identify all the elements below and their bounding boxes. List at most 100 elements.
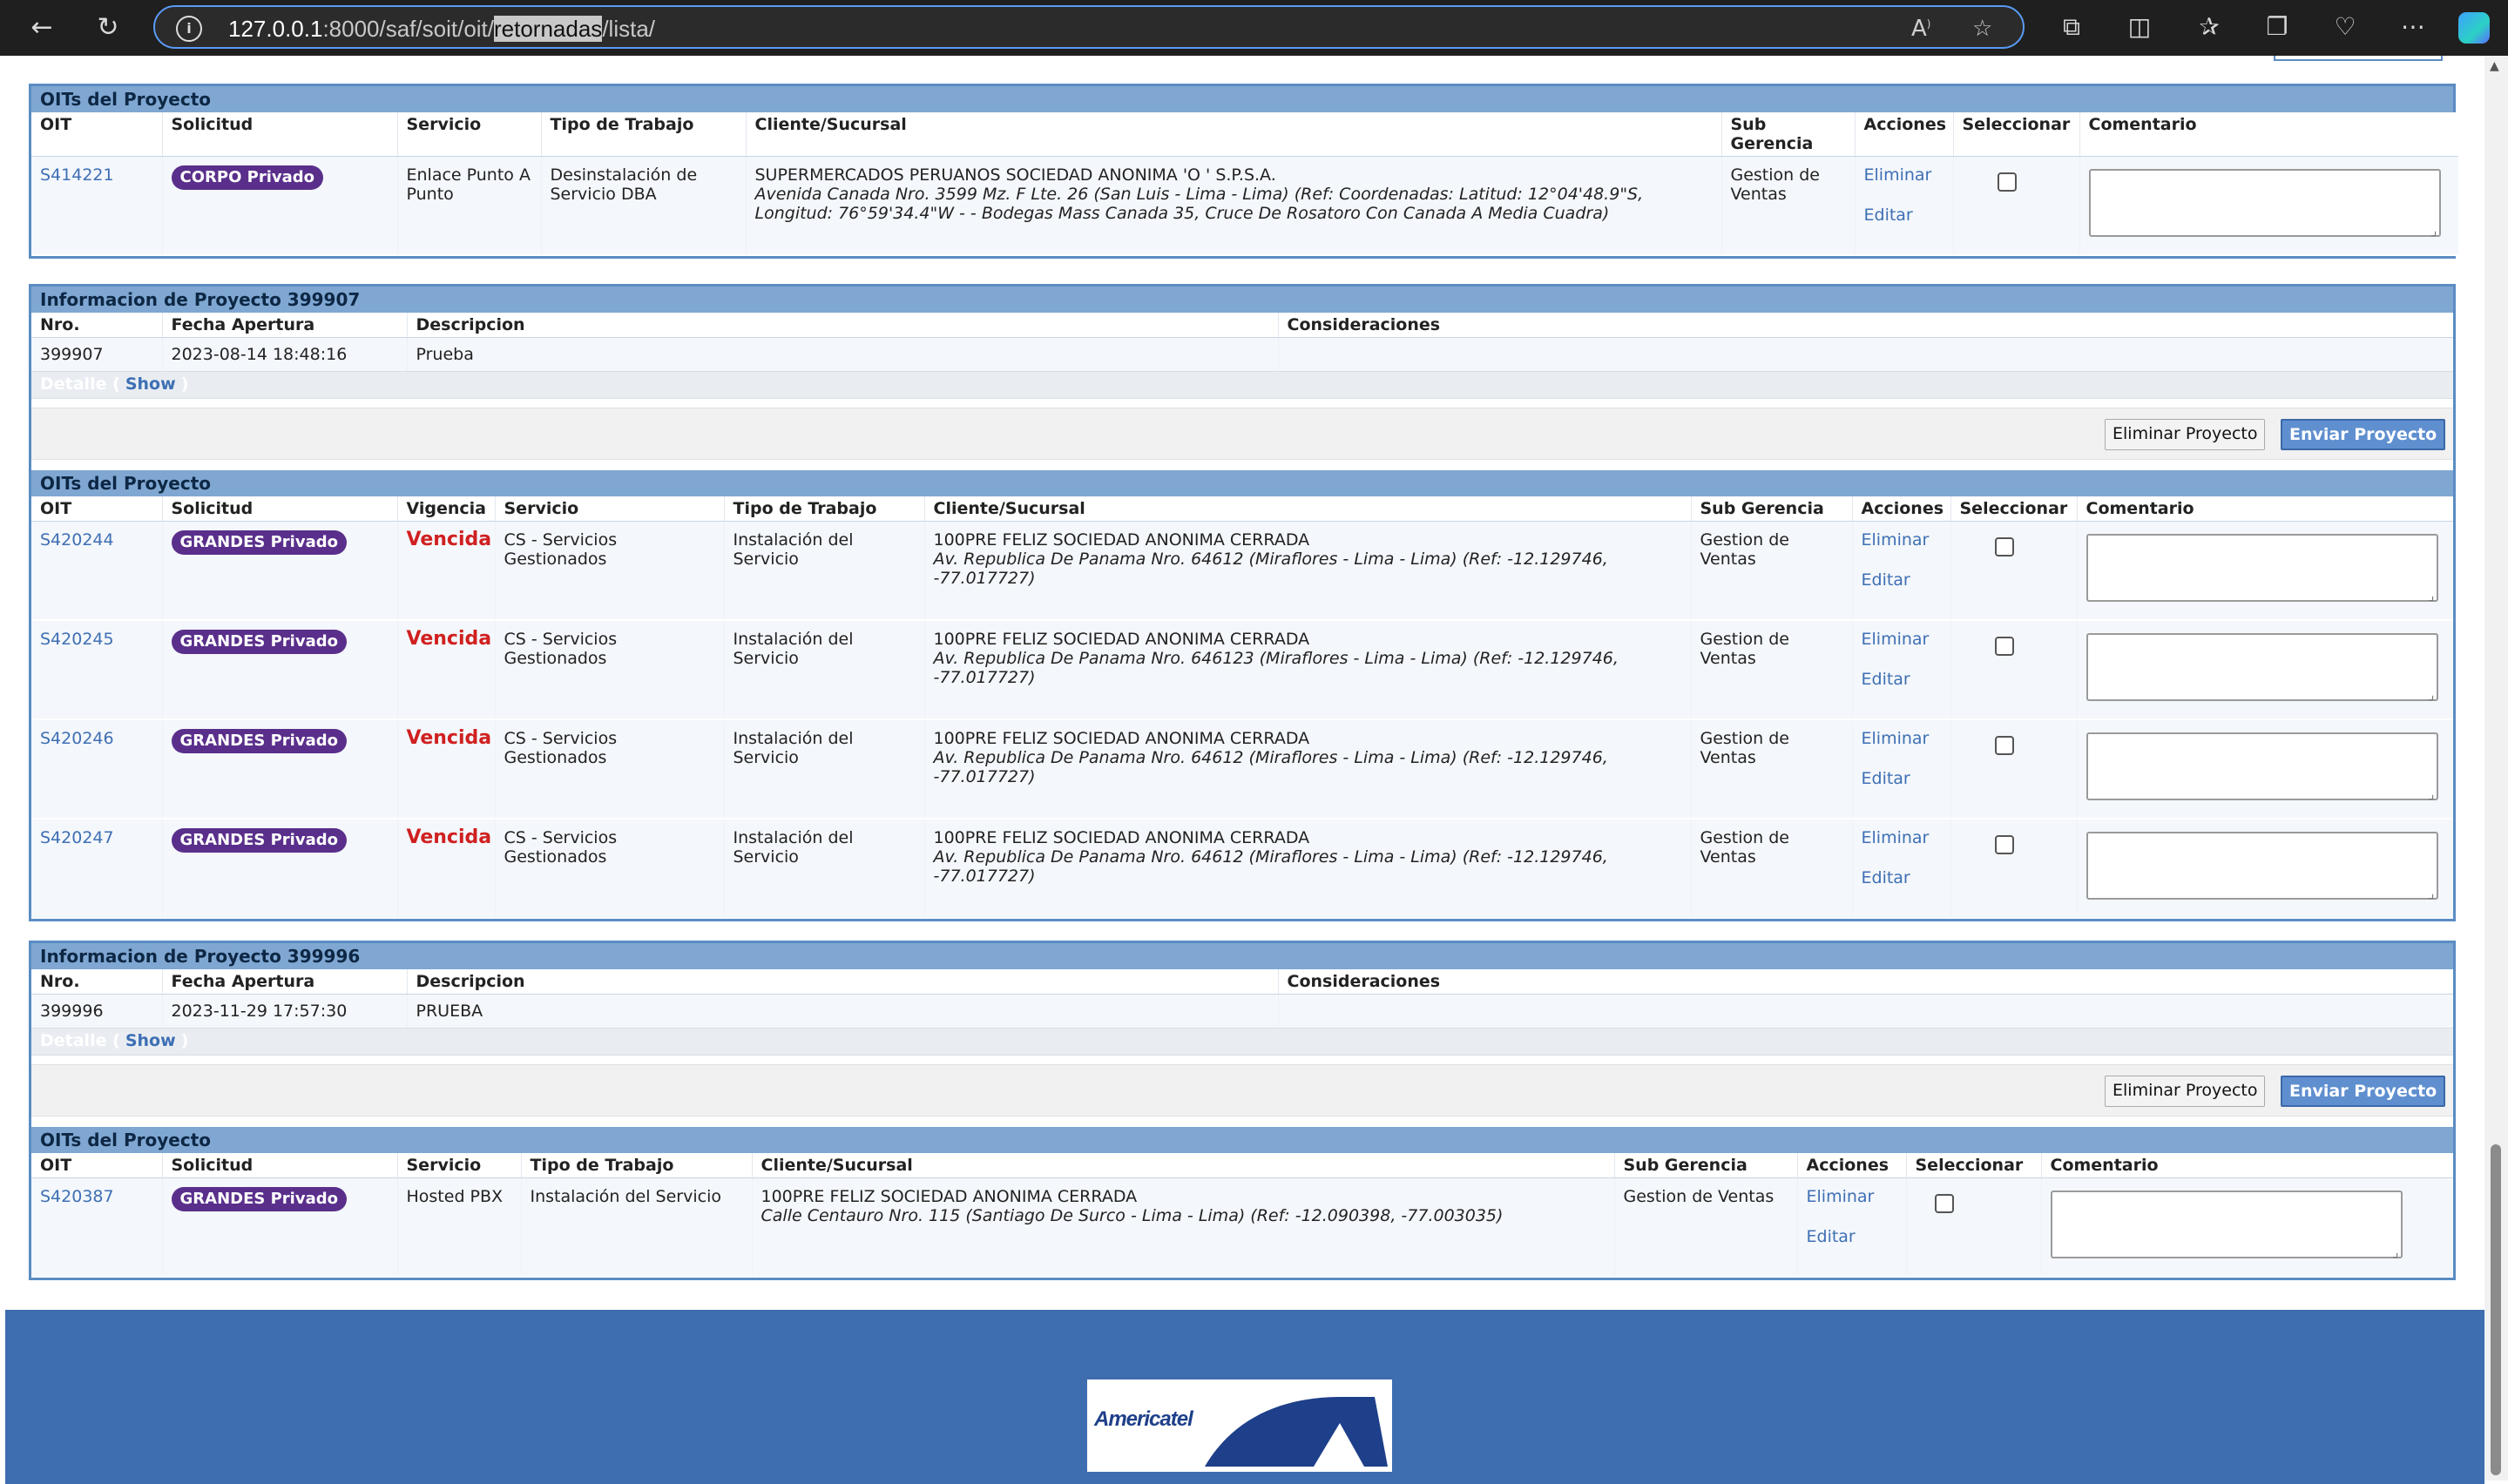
col-comentario: Comentario: [2079, 112, 2458, 157]
oit-link[interactable]: S420244: [40, 530, 114, 550]
editar-link[interactable]: Editar: [1864, 206, 1913, 225]
collections-icon[interactable]: ❐: [2260, 12, 2295, 41]
favorite-star-icon[interactable]: ☆: [1972, 16, 1992, 42]
editar-link[interactable]: Editar: [1862, 769, 1910, 788]
select-checkbox[interactable]: [1994, 637, 2014, 656]
acciones-cell: Eliminar Editar: [1851, 620, 1950, 720]
eliminar-link[interactable]: Eliminar: [1864, 165, 1932, 185]
oit-link[interactable]: S420247: [40, 828, 114, 847]
acciones-cell: Eliminar Editar: [1851, 819, 1950, 919]
oits-section-title: OITs del Proyecto: [31, 1127, 2453, 1153]
eliminar-link[interactable]: Eliminar: [1862, 530, 1930, 550]
favorites-icon[interactable]: ✰: [2192, 12, 2227, 41]
nro-value: 399907: [31, 337, 162, 371]
split-screen-icon[interactable]: ◫: [2122, 12, 2157, 41]
select-checkbox[interactable]: [1994, 835, 2014, 854]
enviar-proyecto-button[interactable]: Enviar Proyecto: [2281, 419, 2446, 450]
descripcion-value: Prueba: [406, 337, 1278, 371]
col-consideraciones: Consideraciones: [1277, 969, 2453, 995]
eliminar-link[interactable]: Eliminar: [1862, 828, 1930, 847]
comentario-textarea[interactable]: [2088, 169, 2441, 240]
comentario-textarea[interactable]: [2085, 832, 2438, 903]
editar-link[interactable]: Editar: [1862, 670, 1910, 689]
servicio-cell: CS - Servicios Gestionados: [494, 819, 724, 919]
oits-table: OIT Solicitud Servicio Tipo de Trabajo C…: [31, 1153, 2453, 1278]
oit-link[interactable]: S420387: [40, 1187, 114, 1206]
back-arrow-icon[interactable]: ←: [24, 10, 59, 45]
table-header-row: OIT Solicitud Servicio Tipo de Trabajo C…: [31, 112, 2458, 157]
eliminar-link[interactable]: Eliminar: [1807, 1187, 1875, 1206]
sub-gerencia-cell: Gestion de Ventas: [1690, 719, 1852, 820]
col-seleccionar: Seleccionar: [1905, 1153, 2041, 1178]
col-servicio: Servicio: [494, 496, 724, 522]
info-header-row: Nro. Fecha Apertura Descripcion Consider…: [31, 969, 2453, 995]
vertical-scrollbar[interactable]: ▲: [2484, 56, 2508, 1481]
select-checkbox[interactable]: [1994, 537, 2014, 556]
col-solicitud: Solicitud: [161, 496, 397, 522]
select-checkbox[interactable]: [1934, 1194, 1954, 1213]
servicio-cell: CS - Servicios Gestionados: [494, 719, 724, 820]
col-acciones: Acciones: [1796, 1153, 1906, 1178]
select-checkbox[interactable]: [1994, 736, 2014, 755]
cliente-address: Av. Republica De Panama Nro. 64612 (Mira…: [933, 748, 1608, 786]
solicitud-badge: GRANDES Privado: [171, 1187, 347, 1211]
oits-block-previous: OITs del Proyecto OIT Solicitud Servicio…: [29, 84, 2458, 259]
vigencia-status: Vencida: [406, 826, 492, 848]
cliente-name: 100PRE FELIZ SOCIEDAD ANONIMA CERRADA: [933, 828, 1310, 847]
extensions-icon[interactable]: ⧉: [2054, 12, 2089, 42]
col-tipo: Tipo de Trabajo: [540, 112, 746, 157]
project-actions-bar: Eliminar Proyecto Enviar Proyecto: [31, 1064, 2453, 1116]
comentario-textarea[interactable]: [2085, 534, 2438, 605]
col-sub-gerencia: Sub Gerencia: [1720, 112, 1855, 157]
page-viewport: OITs del Proyecto OIT Solicitud Servicio…: [0, 56, 2484, 1481]
project-title: Informacion de Proyecto 399996: [31, 943, 2453, 969]
show-link[interactable]: Show: [125, 374, 176, 394]
col-oit: OIT: [31, 112, 162, 157]
eliminar-link[interactable]: Eliminar: [1862, 729, 1930, 748]
detalle-close: ): [180, 1031, 189, 1050]
col-nro: Nro.: [31, 969, 162, 995]
solicitud-badge: GRANDES Privado: [171, 729, 347, 753]
enviar-proyecto-button[interactable]: Enviar Proyecto: [2281, 1076, 2446, 1107]
cliente-address: Av. Republica De Panama Nro. 64612 (Mira…: [933, 847, 1608, 886]
editar-link[interactable]: Editar: [1807, 1227, 1856, 1246]
servicio-cell: CS - Servicios Gestionados: [494, 620, 724, 720]
col-acciones: Acciones: [1854, 112, 1953, 157]
oit-link[interactable]: S420246: [40, 729, 114, 748]
project-block-399907: Informacion de Proyecto 399907 Nro. Fech…: [29, 284, 2456, 921]
eliminar-link[interactable]: Eliminar: [1862, 630, 1930, 649]
address-bar[interactable]: i 127.0.0.1:8000/saf/soit/oit/retornadas…: [153, 5, 2025, 49]
browser-essentials-icon[interactable]: ♡: [2328, 12, 2363, 41]
eliminar-proyecto-button[interactable]: Eliminar Proyecto: [2105, 1076, 2266, 1107]
comentario-textarea[interactable]: [2050, 1191, 2403, 1262]
sub-gerencia-cell: Gestion de Ventas: [1720, 156, 1855, 256]
eliminar-proyecto-button[interactable]: Eliminar Proyecto: [2105, 419, 2266, 450]
solicitud-badge: GRANDES Privado: [171, 828, 347, 853]
url-text[interactable]: 127.0.0.1:8000/saf/soit/oit/retornadas/l…: [228, 16, 655, 43]
more-menu-icon[interactable]: ⋯: [2396, 12, 2430, 41]
oit-link[interactable]: S420245: [40, 630, 114, 649]
show-link[interactable]: Show: [125, 1031, 176, 1050]
copilot-icon[interactable]: [2458, 12, 2490, 44]
comentario-textarea[interactable]: [2085, 732, 2438, 804]
reload-icon[interactable]: ↻: [91, 10, 125, 45]
site-info-icon[interactable]: i: [176, 16, 202, 42]
select-checkbox[interactable]: [1997, 172, 2017, 192]
col-tipo: Tipo de Trabajo: [723, 496, 924, 522]
read-aloud-icon[interactable]: A): [1911, 16, 1930, 42]
editar-link[interactable]: Editar: [1862, 868, 1910, 887]
comentario-textarea[interactable]: [2085, 633, 2438, 705]
scroll-up-icon[interactable]: ▲: [2490, 59, 2499, 73]
consideraciones-value: [1277, 337, 2453, 371]
editar-link[interactable]: Editar: [1862, 570, 1910, 590]
acciones-cell: Eliminar Editar: [1851, 521, 1950, 621]
scrollbar-thumb[interactable]: [2491, 1144, 2501, 1475]
detalle-toggle: Detalle ( Show ): [31, 1028, 2453, 1056]
col-servicio: Servicio: [396, 112, 541, 157]
detalle-close: ): [180, 374, 189, 394]
vigencia-status: Vencida: [406, 529, 492, 550]
cliente-cell: SUPERMERCADOS PERUANOS SOCIEDAD ANONIMA …: [745, 156, 1721, 256]
oit-link[interactable]: S414221: [40, 165, 114, 185]
detalle-label: Detalle (: [40, 374, 120, 394]
table-header-row: OIT Solicitud Vigencia Servicio Tipo de …: [31, 496, 2453, 522]
